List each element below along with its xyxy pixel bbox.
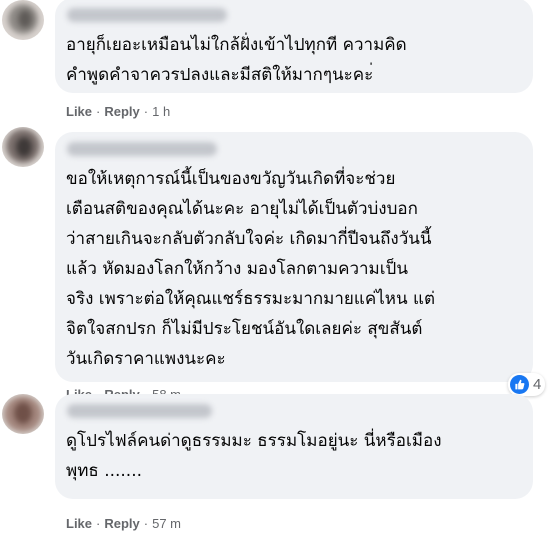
commenter-name[interactable] [67,404,212,418]
comment-bubble: ขอให้เหตุการณ์นี้เป็นของขวัญวันเกิดที่จะ… [55,132,533,382]
comment-actions: Like · Reply · 57 m [66,516,181,531]
separator-dot: · [143,104,149,119]
reaction-summary[interactable]: 4 [508,373,546,396]
comment-actions: Like · Reply · 1 h [66,104,170,119]
comment-text: อายุก็เยอะเหมือนไม่ใกล้ฝั่งเข้าไปทุกที ค… [66,35,407,85]
separator-dot: · [96,104,101,119]
reply-button[interactable]: Reply [104,104,139,119]
timestamp[interactable]: 1 h [152,104,170,119]
separator-dot: · [143,516,149,531]
commenter-name[interactable] [67,8,227,22]
like-button[interactable]: Like [66,516,92,531]
reply-button[interactable]: Reply [104,516,139,531]
avatar[interactable] [2,0,44,40]
reaction-count: 4 [533,376,542,393]
comment-bubble: อายุก็เยอะเหมือนไม่ใกล้ฝั่งเข้าไปทุกที ค… [55,0,533,93]
comment-bubble: ดูโปรไฟล์คนด่าดูธรรมมะ ธรรมโมอยู่นะ นี่ห… [55,394,533,499]
comment-text: ดูโปรไฟล์คนด่าดูธรรมมะ ธรรมโมอยู่นะ นี่ห… [66,431,442,481]
separator-dot: · [96,516,101,531]
thumbs-up-icon [510,375,529,394]
comment-text: ขอให้เหตุการณ์นี้เป็นของขวัญวันเกิดที่จะ… [66,169,435,369]
like-button[interactable]: Like [66,104,92,119]
avatar[interactable] [2,394,44,434]
timestamp[interactable]: 57 m [152,516,181,531]
commenter-name[interactable] [67,142,217,156]
avatar[interactable] [2,127,44,167]
